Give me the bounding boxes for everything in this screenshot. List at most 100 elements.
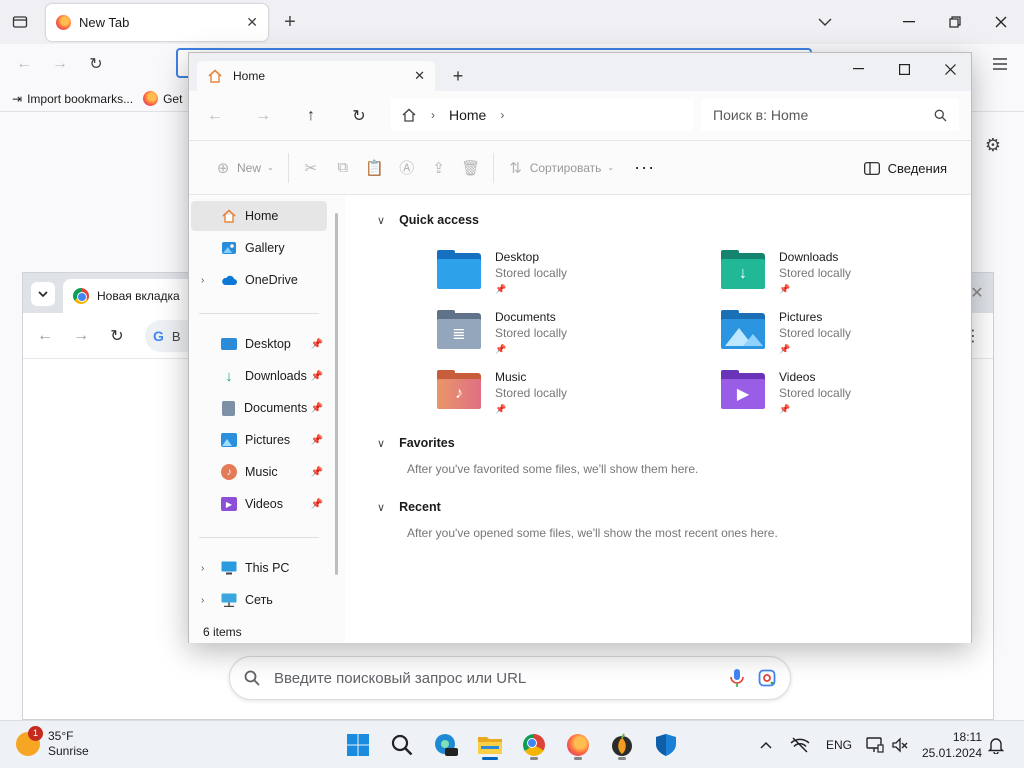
sort-button[interactable]: ⇅ Сортировать ⌄ [500,152,622,184]
close-window-icon[interactable] [988,10,1014,34]
list-all-tabs-chevron-icon[interactable] [812,10,838,34]
pin-icon[interactable]: 📌 [311,435,323,446]
taskbar-file-explorer[interactable] [474,729,506,761]
taskbar-chrome[interactable] [518,729,550,761]
notifications-button[interactable] [988,721,1004,768]
recent-header[interactable]: ∨ Recent [377,500,441,514]
pin-icon[interactable]: 📌 [311,403,323,414]
close-tab-icon[interactable]: ✕ [414,68,425,84]
refresh-icon[interactable]: ↻ [347,104,371,128]
system-clock[interactable]: 18:11 25.01.2024 [912,729,982,761]
taskbar-edge-beta[interactable] [430,729,462,761]
quick-access-documents[interactable]: ≣ Documents Stored locally 📌 [437,309,687,361]
taskbar-windows-security[interactable] [650,729,682,761]
omnibox-text: В [171,328,181,344]
input-language-button[interactable]: ENG [826,721,852,768]
share-button[interactable]: ⇪ [423,152,455,184]
nav-item-documents[interactable]: Documents 📌 [191,393,327,423]
copy-button[interactable]: ⧉ [327,152,359,184]
quick-access-pictures[interactable]: Pictures Stored locally 📌 [721,309,971,361]
command-divider [492,152,494,183]
forward-arrow-icon[interactable]: → [251,104,275,128]
firefox-tab-new-tab[interactable]: New Tab ✕ [46,4,268,41]
forward-arrow-icon[interactable]: → [48,52,72,76]
chrome-back-icon[interactable]: ← [33,324,57,348]
tile-name: Desktop [495,250,540,264]
chevron-down-icon: ⌄ [267,163,274,172]
details-button[interactable]: Сведения [863,152,947,184]
favorites-header[interactable]: ∨ Favorites [377,436,455,450]
explorer-search-box[interactable]: Поиск в: Home [701,99,959,131]
chevron-right-icon[interactable]: › [201,595,204,606]
nav-item-music[interactable]: ♪ Music 📌 [191,457,327,487]
more-options-button[interactable]: ··· [634,157,655,178]
new-tab-plus-icon[interactable]: + [447,65,469,87]
nav-item-onedrive[interactable]: › OneDrive [191,265,327,295]
nav-item-downloads[interactable]: ↓ Downloads 📌 [191,361,327,391]
chevron-right-icon[interactable]: › [201,563,204,574]
explorer-tab-home[interactable]: Home ✕ [197,61,435,91]
pin-icon[interactable]: 📌 [311,499,323,510]
google-g-icon: G [153,328,164,344]
quick-access-videos[interactable]: ▶ Videos Stored locally 📌 [721,369,971,421]
tab-search-chevron-icon[interactable] [31,282,55,306]
nav-item-home[interactable]: Home [191,201,327,231]
gear-icon[interactable]: ⚙ [982,134,1004,156]
delete-button[interactable]: 🗑 [455,152,487,184]
breadcrumb-home[interactable]: Home [449,107,486,123]
google-search-box[interactable]: Введите поисковый запрос или URL [229,656,791,700]
paste-button[interactable]: 📋 [359,152,391,184]
display-settings-button[interactable] [866,721,884,768]
quick-access-downloads[interactable]: ↓ Downloads Stored locally 📌 [721,249,971,301]
chrome-forward-icon[interactable]: → [69,324,93,348]
quick-access-header[interactable]: ∨ Quick access [377,213,479,227]
nav-item-videos[interactable]: ▶ Videos 📌 [191,489,327,519]
google-lens-icon[interactable] [758,669,776,687]
maximize-icon[interactable] [881,53,927,85]
up-arrow-icon[interactable]: ↑ [299,104,323,128]
get-started-link[interactable]: Get [143,91,182,106]
nav-item-pictures[interactable]: Pictures 📌 [191,425,327,455]
nav-item-desktop[interactable]: Desktop 📌 [191,329,327,359]
address-bar[interactable]: › Home › [391,99,693,131]
pin-icon[interactable]: 📌 [311,371,323,382]
close-window-icon[interactable] [927,53,973,85]
weather-widget[interactable]: 1 35°F Sunrise [16,726,89,759]
chrome-reload-icon[interactable]: ↻ [105,324,129,348]
new-button[interactable]: ⊕ New ⌄ [207,152,282,184]
start-button[interactable] [342,729,374,761]
chevron-right-icon[interactable]: › [201,275,204,286]
plus-circle-icon: ⊕ [216,159,230,177]
volume-muted-button[interactable] [892,721,908,768]
microphone-icon[interactable] [730,669,744,687]
nav-item-this-pc[interactable]: › This PC [191,553,327,583]
close-tab-icon[interactable]: ✕ [246,14,258,31]
taskbar-fl-studio[interactable] [606,729,638,761]
minimize-icon[interactable] [835,53,881,85]
nav-scrollbar[interactable] [335,213,338,575]
minimize-icon[interactable] [896,10,922,34]
pin-icon[interactable]: 📌 [311,467,323,478]
import-bookmarks-link[interactable]: ⇥ Import bookmarks... [12,92,133,106]
reload-icon[interactable]: ↻ [84,52,108,76]
pin-icon[interactable]: 📌 [311,339,323,350]
firefox-tab-list-icon[interactable] [8,10,32,34]
network-status-button[interactable] [790,721,810,768]
hamburger-menu-icon[interactable] [988,52,1012,76]
cut-button[interactable]: ✂ [295,152,327,184]
taskbar-firefox[interactable] [562,729,594,761]
taskbar-search-button[interactable] [386,729,418,761]
restore-icon[interactable] [942,10,968,34]
quick-access-desktop[interactable]: Desktop Stored locally 📌 [437,249,687,301]
new-tab-plus-icon[interactable]: + [278,10,302,34]
quick-access-music[interactable]: ♪ Music Stored locally 📌 [437,369,687,421]
back-arrow-icon[interactable]: ← [203,104,227,128]
recent-empty-note: After you've opened some files, we'll sh… [407,526,778,540]
breadcrumb-chevron-icon[interactable]: › [500,108,504,122]
show-hidden-icons-button[interactable] [760,721,772,768]
nav-item-network[interactable]: › Сеть [191,585,327,615]
nav-item-gallery[interactable]: Gallery [191,233,327,263]
nav-item-label: Home [245,209,279,223]
rename-button[interactable]: Ⓐ [391,152,423,184]
back-arrow-icon[interactable]: ← [12,52,36,76]
